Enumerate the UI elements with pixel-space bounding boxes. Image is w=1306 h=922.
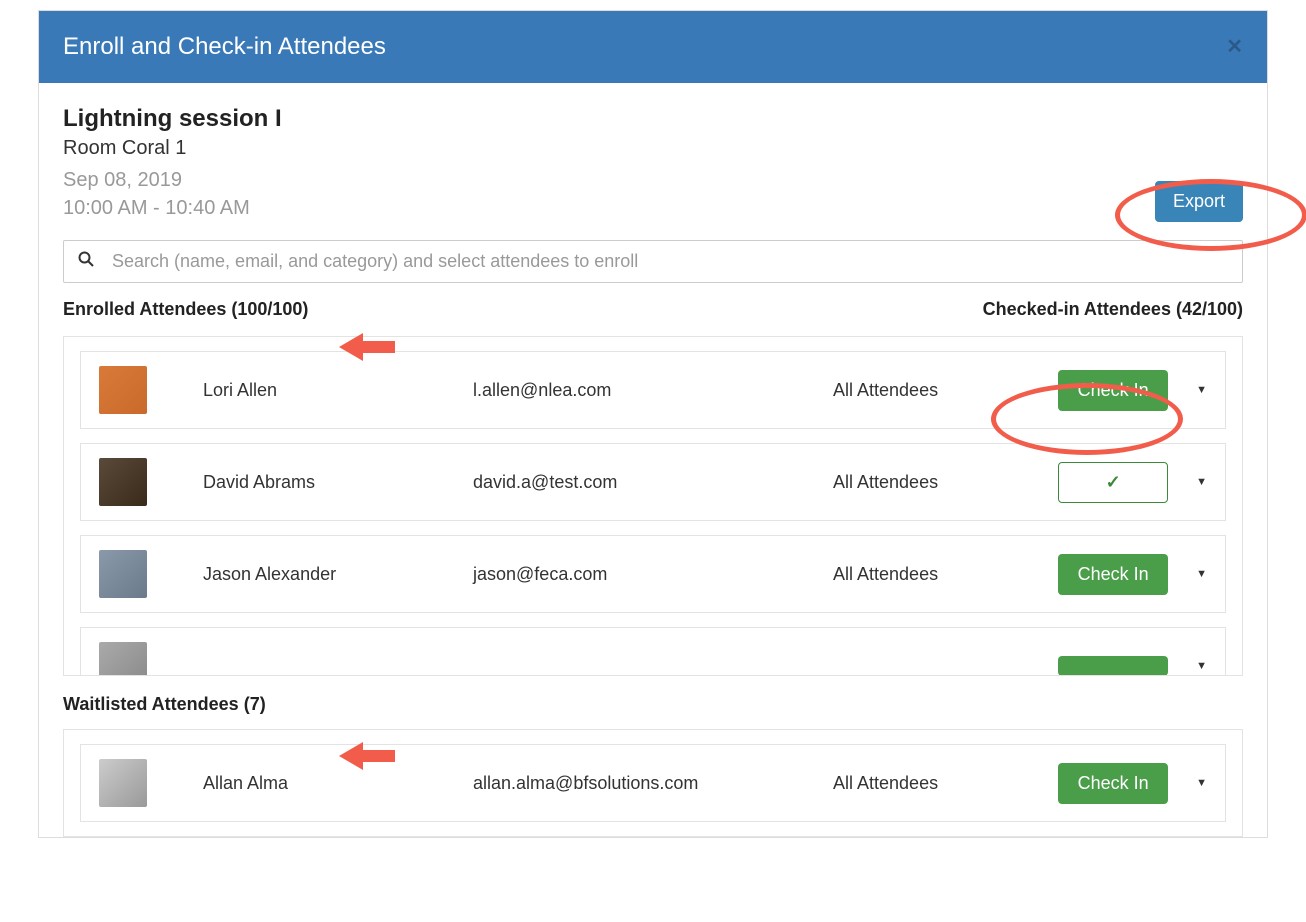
check-in-button[interactable]: Check In (1058, 763, 1168, 804)
search-field[interactable] (63, 240, 1243, 283)
export-button[interactable]: Export (1155, 181, 1243, 222)
attendee-row: Jason Alexander jason@feca.com All Atten… (80, 535, 1226, 613)
attendee-name: Jason Alexander (203, 564, 473, 585)
attendee-category: All Attendees (833, 773, 1058, 794)
row-menu-icon[interactable]: ▼ (1196, 568, 1207, 580)
attendee-name: Allan Alma (203, 773, 473, 794)
row-menu-icon[interactable]: ▼ (1196, 384, 1207, 396)
waitlisted-attendee-list: Allan Alma allan.alma@bfsolutions.com Al… (63, 729, 1243, 837)
enrolled-count-label: Enrolled Attendees (100/100) (63, 299, 308, 320)
avatar (99, 458, 147, 506)
attendee-name: David Abrams (203, 472, 473, 493)
session-info-row: Lightning session I Room Coral 1 Sep 08,… (63, 105, 1243, 222)
search-input[interactable] (112, 251, 1228, 272)
close-icon[interactable]: ✕ (1226, 37, 1243, 57)
avatar (99, 642, 147, 676)
attendee-row: Lori Allen l.allen@nlea.com All Attendee… (80, 351, 1226, 429)
attendee-row: David Abrams david.a@test.com All Attend… (80, 443, 1226, 521)
check-in-button[interactable]: Check In (1058, 554, 1168, 595)
check-in-button[interactable]: Check In (1058, 370, 1168, 411)
waitlisted-label: Waitlisted Attendees (7) (63, 694, 1243, 715)
modal-body: Lightning session I Room Coral 1 Sep 08,… (39, 83, 1267, 837)
session-time: 10:00 AM - 10:40 AM (63, 194, 282, 222)
row-menu-icon[interactable]: ▼ (1196, 777, 1207, 789)
row-menu-icon[interactable]: ▼ (1196, 476, 1207, 488)
row-menu-icon[interactable]: ▼ (1196, 660, 1207, 672)
attendee-email: allan.alma@bfsolutions.com (473, 773, 833, 794)
attendee-category: All Attendees (833, 564, 1058, 585)
attendee-email: l.allen@nlea.com (473, 380, 833, 401)
search-icon (78, 251, 94, 272)
avatar (99, 550, 147, 598)
attendee-row: Allan Alma allan.alma@bfsolutions.com Al… (80, 744, 1226, 822)
attendee-category: All Attendees (833, 380, 1058, 401)
attendee-counts: Enrolled Attendees (100/100) Checked-in … (63, 299, 1243, 320)
avatar (99, 366, 147, 414)
attendee-email: david.a@test.com (473, 472, 833, 493)
session-date: Sep 08, 2019 (63, 166, 282, 194)
attendee-email: jason@feca.com (473, 564, 833, 585)
modal-title: Enroll and Check-in Attendees (63, 33, 386, 61)
avatar (99, 759, 147, 807)
session-room: Room Coral 1 (63, 137, 282, 160)
attendee-category: All Attendees (833, 472, 1058, 493)
check-in-button[interactable] (1058, 656, 1168, 676)
enroll-checkin-modal: Enroll and Check-in Attendees ✕ Lightnin… (38, 10, 1268, 838)
attendee-row: ▼ (80, 627, 1226, 676)
modal-header: Enroll and Check-in Attendees ✕ (39, 11, 1267, 83)
enrolled-attendee-list: Lori Allen l.allen@nlea.com All Attendee… (63, 336, 1243, 676)
checked-in-button[interactable]: ✓ (1058, 462, 1168, 503)
session-info: Lightning session I Room Coral 1 Sep 08,… (63, 105, 282, 222)
session-title: Lightning session I (63, 105, 282, 133)
attendee-name: Lori Allen (203, 380, 473, 401)
checkedin-count-label: Checked-in Attendees (42/100) (983, 299, 1243, 320)
